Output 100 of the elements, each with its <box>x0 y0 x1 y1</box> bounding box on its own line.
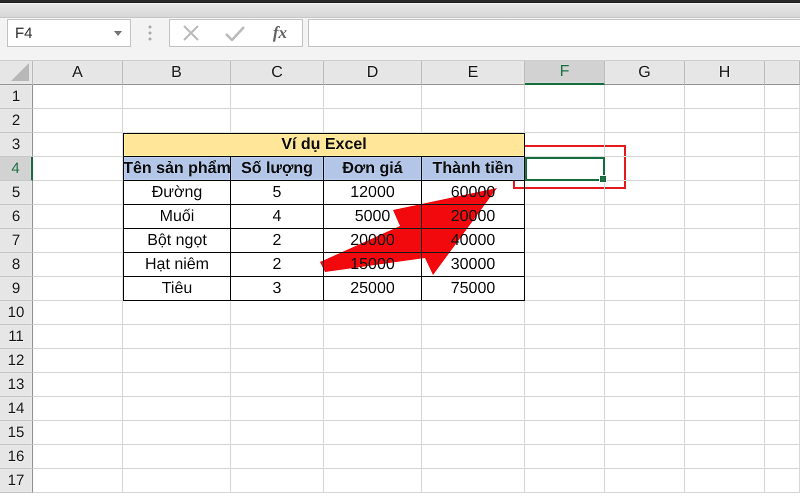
grid-cell[interactable] <box>685 133 765 157</box>
column-header[interactable]: E <box>422 61 525 85</box>
grid-cell[interactable] <box>765 133 800 157</box>
grid-cell[interactable] <box>765 373 800 397</box>
grid-cell[interactable] <box>123 373 231 397</box>
grid-cell[interactable] <box>605 325 685 349</box>
grid-cell[interactable] <box>605 445 685 469</box>
grid-cell[interactable] <box>685 445 765 469</box>
grid-cell[interactable] <box>33 373 123 397</box>
grid-cell[interactable] <box>685 157 765 181</box>
grid-cell[interactable] <box>33 469 123 493</box>
grid-cell[interactable] <box>324 301 422 325</box>
grid-cell[interactable] <box>422 421 525 445</box>
grid-cell[interactable] <box>685 277 765 301</box>
insert-function-button[interactable]: fx <box>270 23 290 43</box>
column-header[interactable]: G <box>605 61 685 85</box>
grid-cell[interactable] <box>33 301 123 325</box>
grid-cell[interactable] <box>324 397 422 421</box>
grid-cell[interactable] <box>525 349 605 373</box>
grid-cell[interactable] <box>685 181 765 205</box>
row-header[interactable]: 3 <box>0 133 33 157</box>
grid-cell[interactable] <box>33 397 123 421</box>
grid-cell[interactable] <box>525 85 605 109</box>
row-header[interactable]: 10 <box>0 301 33 325</box>
row-header[interactable]: 7 <box>0 229 33 253</box>
grid-cell[interactable] <box>33 277 123 301</box>
grid-cell[interactable] <box>605 373 685 397</box>
grid-cell[interactable] <box>123 349 231 373</box>
grid-cell[interactable] <box>231 397 324 421</box>
grid-cell[interactable] <box>765 397 800 421</box>
grid-cell[interactable] <box>422 373 525 397</box>
grid-cell[interactable] <box>231 325 324 349</box>
grid-cell[interactable] <box>123 445 231 469</box>
grid-cell[interactable] <box>525 133 605 157</box>
grid-cell[interactable] <box>231 349 324 373</box>
grid-cell[interactable] <box>685 253 765 277</box>
grid-cell[interactable] <box>33 205 123 229</box>
grid-cell[interactable] <box>605 181 685 205</box>
row-header[interactable]: 17 <box>0 469 33 493</box>
grid-cell[interactable] <box>605 205 685 229</box>
grid-cell[interactable] <box>605 397 685 421</box>
grid-cell[interactable] <box>324 349 422 373</box>
grid-cell[interactable] <box>123 469 231 493</box>
grid-cell[interactable] <box>33 229 123 253</box>
row-header[interactable]: 2 <box>0 109 33 133</box>
row-header[interactable]: 13 <box>0 373 33 397</box>
grid-cell[interactable] <box>605 301 685 325</box>
grid-cell[interactable] <box>605 253 685 277</box>
grid-cell[interactable] <box>765 421 800 445</box>
grid-cell[interactable] <box>123 85 231 109</box>
grid-cell[interactable] <box>123 301 231 325</box>
grid-cell[interactable] <box>324 445 422 469</box>
grid-cell[interactable] <box>605 157 685 181</box>
column-header[interactable]: C <box>231 61 324 85</box>
grid-cell[interactable] <box>765 469 800 493</box>
grid-cell[interactable] <box>605 277 685 301</box>
grid-cell[interactable] <box>231 421 324 445</box>
grid-cell[interactable] <box>765 325 800 349</box>
grid-cell[interactable] <box>525 421 605 445</box>
grid-cell[interactable] <box>231 85 324 109</box>
grid-cell[interactable] <box>765 445 800 469</box>
grid-cell[interactable] <box>685 85 765 109</box>
grid-cell[interactable] <box>765 253 800 277</box>
grid-cell[interactable] <box>765 205 800 229</box>
grid-cell[interactable] <box>685 397 765 421</box>
grid-cell[interactable] <box>765 181 800 205</box>
grid-cell[interactable] <box>422 301 525 325</box>
column-header[interactable]: H <box>685 61 765 85</box>
grid-cell[interactable] <box>422 445 525 469</box>
grid-cell[interactable] <box>765 277 800 301</box>
grid-cell[interactable] <box>123 325 231 349</box>
row-header[interactable]: 1 <box>0 85 33 109</box>
row-header[interactable]: 16 <box>0 445 33 469</box>
grid-cell[interactable] <box>685 349 765 373</box>
grid-cell[interactable] <box>231 445 324 469</box>
grid-cell[interactable] <box>324 469 422 493</box>
grid-cell[interactable] <box>422 325 525 349</box>
grid-cell[interactable] <box>33 349 123 373</box>
drag-handle-icon[interactable] <box>148 25 152 41</box>
caret-icon[interactable] <box>114 30 122 36</box>
cancel-icon[interactable] <box>182 25 199 41</box>
grid-cell[interactable] <box>605 229 685 253</box>
grid-cell[interactable] <box>33 109 123 133</box>
grid-cell[interactable] <box>525 109 605 133</box>
grid-cell[interactable] <box>605 85 685 109</box>
row-header[interactable]: 14 <box>0 397 33 421</box>
grid-cell[interactable] <box>33 253 123 277</box>
grid-cell[interactable] <box>525 469 605 493</box>
grid-cell[interactable] <box>231 301 324 325</box>
row-header[interactable]: 12 <box>0 349 33 373</box>
grid-cell[interactable] <box>685 325 765 349</box>
row-header[interactable]: 9 <box>0 277 33 301</box>
grid-cell[interactable] <box>605 109 685 133</box>
grid-cell[interactable] <box>422 85 525 109</box>
row-header[interactable]: 11 <box>0 325 33 349</box>
grid-cell[interactable] <box>765 349 800 373</box>
grid-cell[interactable] <box>422 349 525 373</box>
grid-cell[interactable] <box>685 229 765 253</box>
grid-cell[interactable] <box>765 229 800 253</box>
grid-cell[interactable] <box>422 397 525 421</box>
